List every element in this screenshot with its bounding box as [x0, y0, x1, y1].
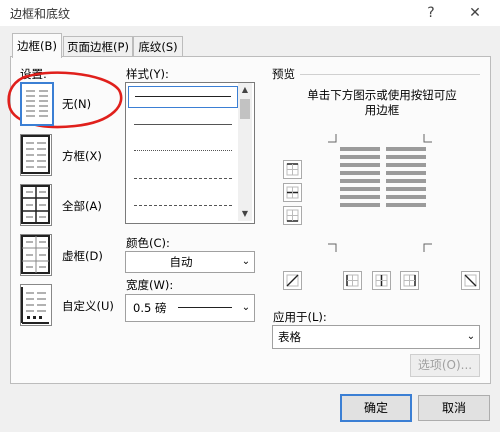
apply-to-value: 表格: [278, 330, 301, 344]
border-left-icon: [346, 274, 359, 287]
line-style-dotted[interactable]: [134, 150, 232, 151]
diagonal-up-border-button[interactable]: [461, 271, 480, 290]
color-select[interactable]: 自动 ⌄: [125, 251, 255, 273]
line-style-dashed[interactable]: [134, 178, 232, 179]
setting-custom-icon[interactable]: [20, 284, 52, 326]
inside-horizontal-border-button[interactable]: [283, 183, 302, 202]
apply-to-select[interactable]: 表格 ⌄: [272, 325, 480, 349]
setting-all-icon[interactable]: [20, 184, 52, 226]
preview-text-line: [386, 171, 426, 175]
preview-divider: [300, 74, 480, 75]
scroll-thumb[interactable]: [240, 99, 250, 119]
preview-text-line: [340, 195, 380, 199]
color-label: 颜色(C):: [126, 236, 170, 250]
scroll-down-icon[interactable]: ▼: [238, 207, 252, 221]
preview-text-line: [340, 179, 380, 183]
diagonal-down-icon: [464, 274, 477, 287]
options-button[interactable]: 选项(O)...: [410, 354, 480, 377]
dialog-title: 边框和底纹: [10, 7, 71, 21]
apply-to-label: 应用于(L):: [273, 310, 327, 324]
width-value: 0.5 磅: [133, 301, 167, 315]
preview-text-line: [340, 171, 380, 175]
preview-instruction: 单击下方图示或使用按钮可应用边框: [307, 88, 457, 117]
inside-vertical-border-button[interactable]: [372, 271, 391, 290]
chevron-down-icon: ⌄: [466, 331, 476, 342]
color-value: 自动: [169, 255, 193, 269]
diagonal-up-icon: [286, 274, 299, 287]
line-style-dashdot[interactable]: [134, 205, 232, 206]
line-style-solid-selected[interactable]: [128, 86, 238, 108]
bottom-border-button[interactable]: [283, 206, 302, 225]
preview-text-line: [386, 147, 426, 151]
tab-borders[interactable]: 边框(B): [12, 33, 62, 58]
preview-text-line: [386, 155, 426, 159]
chevron-down-icon: ⌄: [241, 302, 251, 313]
tab-shading-label: 底纹(S): [138, 40, 178, 54]
tab-shading[interactable]: 底纹(S): [133, 36, 183, 57]
border-inside-horizontal-icon: [286, 186, 299, 199]
setting-none-label[interactable]: 无(N): [62, 96, 91, 112]
preview-text-line: [386, 195, 426, 199]
cancel-button[interactable]: 取消: [418, 395, 490, 421]
help-button[interactable]: ?: [418, 2, 444, 24]
preview-heading: 预览: [272, 67, 295, 81]
setting-grid-icon[interactable]: [20, 234, 52, 276]
diagonal-down-border-button[interactable]: [283, 271, 302, 290]
setting-box-icon[interactable]: [20, 134, 52, 176]
border-bottom-icon: [286, 209, 299, 222]
setting-box-label[interactable]: 方框(X): [62, 148, 102, 164]
border-right-icon: [403, 274, 416, 287]
width-sample-line: [178, 307, 232, 308]
left-border-button[interactable]: [343, 271, 362, 290]
top-border-button[interactable]: [283, 160, 302, 179]
right-border-button[interactable]: [400, 271, 419, 290]
tab-borders-label: 边框(B): [17, 39, 57, 53]
setting-grid-label[interactable]: 虚框(D): [62, 248, 103, 264]
border-inside-vertical-icon: [375, 274, 388, 287]
preview-text-line: [340, 155, 380, 159]
ok-button[interactable]: 确定: [340, 394, 412, 422]
close-button[interactable]: ✕: [462, 2, 488, 24]
preview-diagram[interactable]: [328, 134, 432, 252]
line-style-thin[interactable]: [134, 124, 232, 125]
border-top-icon: [286, 163, 299, 176]
width-select[interactable]: 0.5 磅 ⌄: [125, 294, 255, 322]
preview-text-line: [340, 147, 380, 151]
tab-page-border-label: 页面边框(P): [67, 40, 129, 54]
preview-text-line: [340, 187, 380, 191]
scroll-up-icon[interactable]: ▲: [238, 83, 252, 97]
setting-all-label[interactable]: 全部(A): [62, 198, 102, 214]
preview-text-line: [386, 163, 426, 167]
style-heading: 样式(Y):: [126, 67, 169, 81]
setting-none-icon[interactable]: [20, 82, 54, 126]
preview-text-line: [340, 203, 380, 207]
preview-text-line: [386, 187, 426, 191]
width-label: 宽度(W):: [126, 278, 174, 292]
chevron-down-icon: ⌄: [241, 256, 251, 267]
setting-custom-label[interactable]: 自定义(U): [62, 298, 114, 314]
preview-text-line: [386, 179, 426, 183]
preview-text-line: [340, 163, 380, 167]
preview-text-line: [386, 203, 426, 207]
tab-page-border[interactable]: 页面边框(P): [63, 36, 133, 57]
